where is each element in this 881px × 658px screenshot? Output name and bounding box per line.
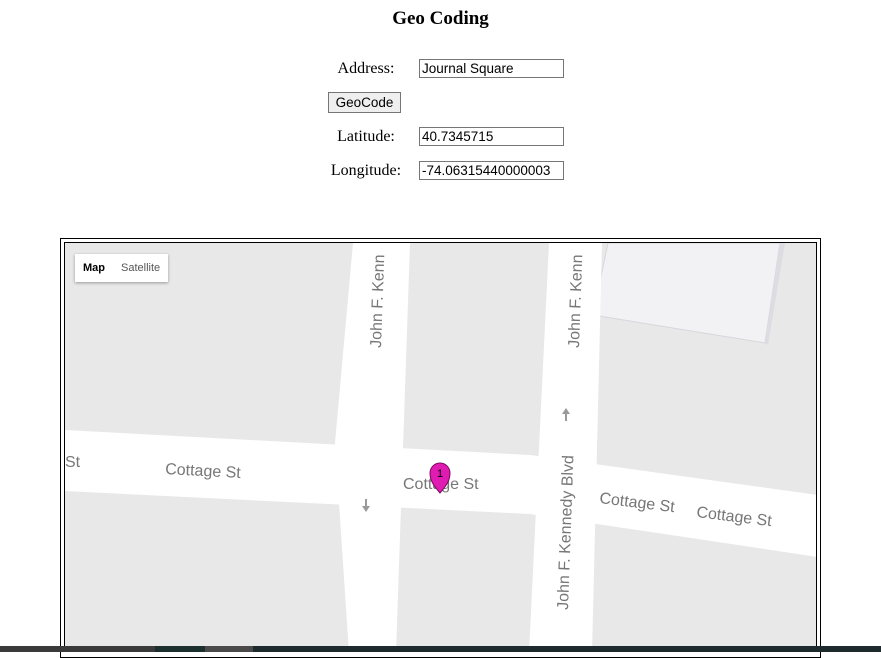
latitude-input[interactable]	[419, 127, 564, 146]
map-type-satellite-button[interactable]: Satellite	[113, 254, 168, 282]
longitude-label: Longitude:	[330, 162, 402, 179]
map-type-control: Map Satellite	[75, 254, 169, 282]
address-input[interactable]	[419, 59, 564, 78]
map-tiles[interactable]: John F. Kenn John F. Kenn John F. Kenned…	[65, 243, 817, 652]
taskbar	[0, 646, 881, 652]
taskbar-segment	[205, 646, 253, 652]
cottage-st-road-west	[65, 430, 530, 514]
taskbar-segment	[0, 646, 155, 652]
street-label-jfk-west: John F. Kenn	[368, 254, 388, 348]
marker-label: 1	[437, 468, 443, 480]
building-shape	[592, 243, 781, 344]
street-label-cottage-partial: St	[65, 454, 81, 471]
street-label-jfk-east: John F. Kenn	[566, 254, 586, 348]
address-label: Address:	[337, 60, 395, 77]
geocode-button[interactable]: GeoCode	[328, 92, 401, 113]
latitude-label: Latitude:	[337, 128, 395, 145]
page-title: Geo Coding	[392, 8, 489, 29]
longitude-input[interactable]	[419, 161, 564, 180]
map-type-map-button[interactable]: Map	[75, 254, 113, 282]
taskbar-segment	[155, 646, 205, 652]
map-canvas[interactable]: John F. Kenn John F. Kenn John F. Kenned…	[64, 242, 817, 652]
